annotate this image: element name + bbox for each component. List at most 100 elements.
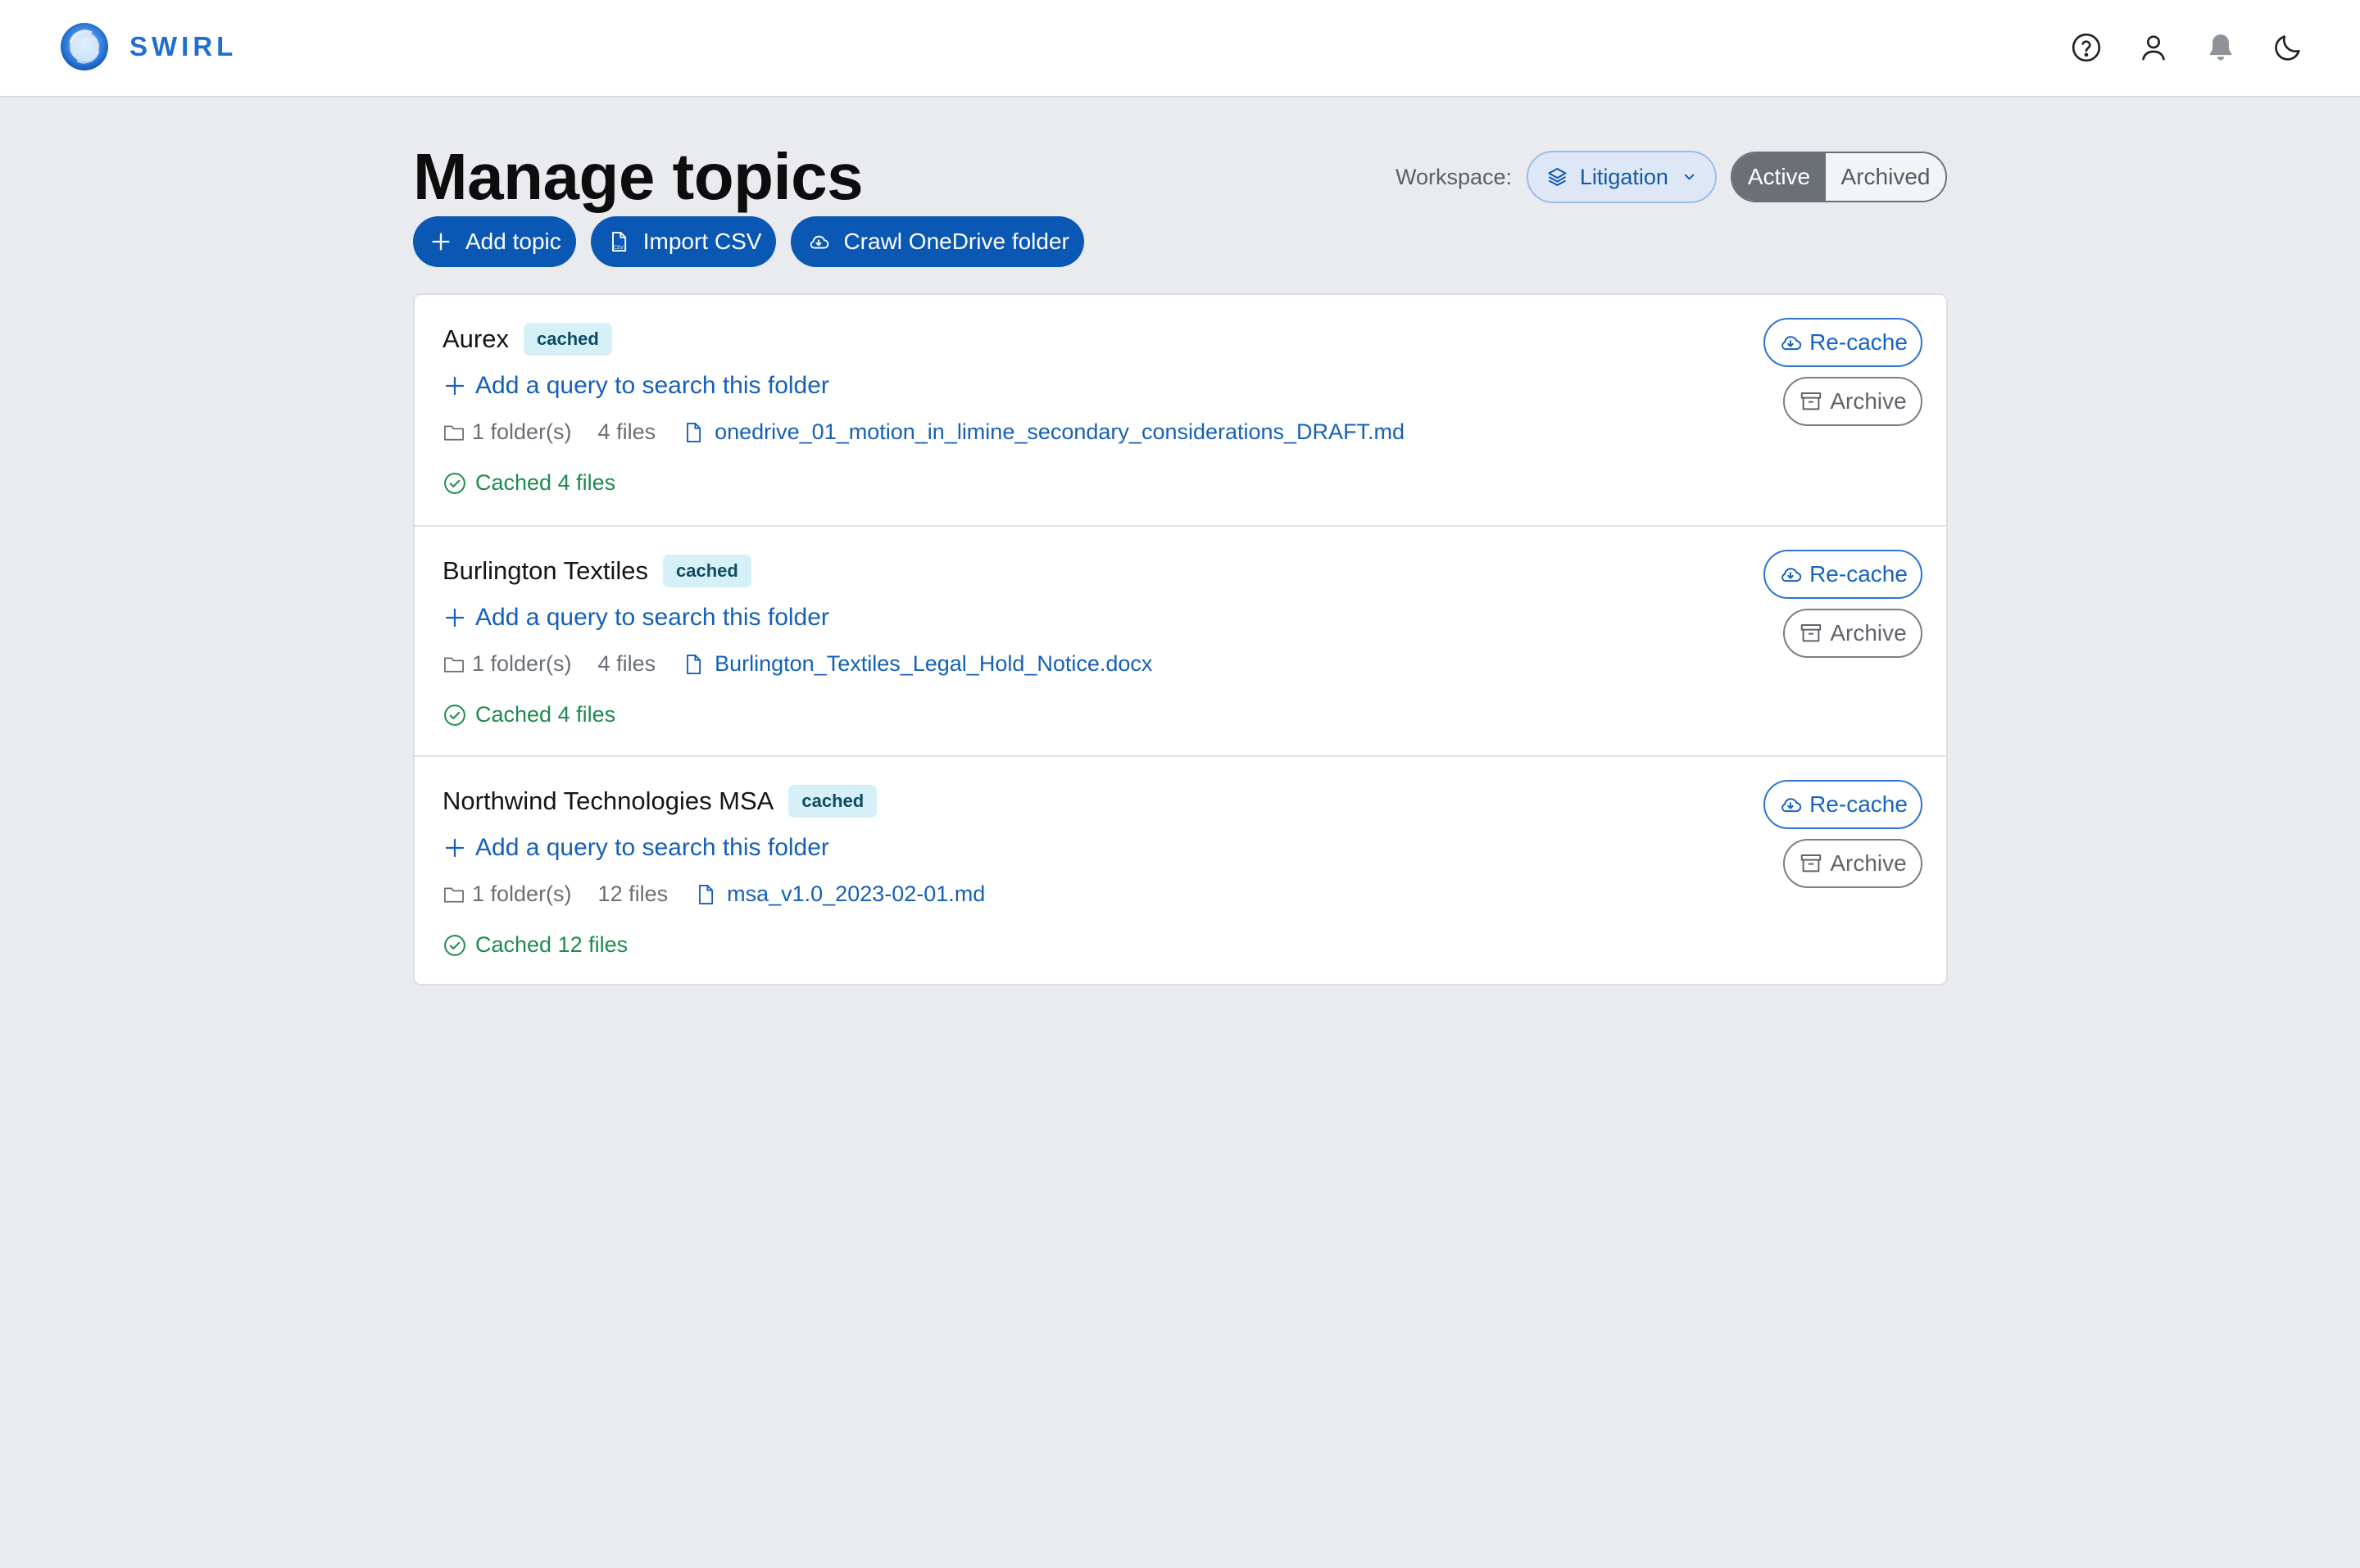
- archive-button[interactable]: Archive: [1783, 839, 1922, 888]
- import-csv-label: Import CSV: [642, 229, 762, 254]
- workspace-dropdown[interactable]: Litigation: [1527, 151, 1718, 203]
- file-icon: [687, 654, 701, 674]
- help-icon: [2072, 33, 2101, 62]
- swirl-logo-icon: [61, 23, 108, 70]
- folder-count: 1 folder(s): [472, 881, 572, 906]
- add-topic-label: Add topic: [465, 229, 561, 254]
- topic-name: Burlington Textiles: [442, 556, 649, 585]
- crawl-onedrive-button[interactable]: Crawl OneDrive folder: [791, 216, 1084, 267]
- topic-name: Northwind Technologies MSA: [442, 786, 774, 815]
- recache-label: Re-cache: [1809, 561, 1908, 587]
- brand[interactable]: SWIRL: [59, 21, 237, 72]
- recache-button[interactable]: Re-cache: [1763, 318, 1922, 367]
- plus-icon: [432, 233, 450, 251]
- cloud-download-icon: [1781, 798, 1802, 813]
- topic-meta: 1 folder(s) 4 files Burlington_Textiles_…: [442, 651, 1152, 677]
- add-query-label: Add a query to search this folder: [475, 604, 829, 631]
- top-icon-group: [2037, 29, 2306, 66]
- check-circle-icon: [444, 704, 465, 726]
- cloud-download-icon: [810, 235, 829, 249]
- import-csv-button[interactable]: CSV Import CSV: [590, 216, 777, 267]
- archive-label: Archive: [1830, 388, 1907, 414]
- cloud-download-icon: [1781, 568, 1802, 582]
- workspace-value: Litigation: [1579, 164, 1668, 189]
- filter-active-button[interactable]: Active: [1732, 153, 1826, 201]
- crawl-onedrive-label: Crawl OneDrive folder: [843, 229, 1069, 254]
- topic-header: Burlington Textiles cached: [442, 555, 751, 587]
- plus-icon: [445, 376, 465, 396]
- topic-meta: 1 folder(s) 12 files msa_v1.0_2023-02-01…: [442, 881, 985, 907]
- notifications-button[interactable]: [2203, 29, 2239, 66]
- moon-icon: [2275, 35, 2300, 61]
- archive-label: Archive: [1830, 850, 1907, 876]
- file-name: Burlington_Textiles_Legal_Hold_Notice.do…: [715, 651, 1153, 676]
- topic-meta: 1 folder(s) 4 files onedrive_01_motion_i…: [442, 419, 1405, 445]
- cloud-download-icon: [1781, 336, 1802, 351]
- archive-button[interactable]: Archive: [1783, 377, 1922, 426]
- cache-status: Cached 4 files: [442, 702, 615, 727]
- add-query-link[interactable]: Add a query to search this folder: [442, 834, 829, 862]
- folder-icon: [444, 887, 464, 903]
- recache-label: Re-cache: [1809, 329, 1908, 355]
- file-link[interactable]: msa_v1.0_2023-02-01.md: [694, 881, 985, 907]
- plus-icon: [445, 608, 465, 628]
- check-circle-icon: [444, 934, 465, 956]
- workspace-label: Workspace:: [1396, 164, 1513, 189]
- archive-box-icon: [1801, 854, 1822, 872]
- archive-label: Archive: [1830, 620, 1907, 646]
- page-title: Manage topics: [413, 140, 864, 213]
- topic-header: Aurex cached: [442, 323, 612, 356]
- file-name: msa_v1.0_2023-02-01.md: [727, 881, 986, 906]
- filter-archived-button[interactable]: Archived: [1826, 153, 1945, 201]
- file-count: 4 files: [597, 651, 656, 676]
- chevron-down-icon: [1684, 174, 1695, 180]
- file-link[interactable]: Burlington_Textiles_Legal_Hold_Notice.do…: [682, 651, 1152, 677]
- status-badge: cached: [663, 555, 751, 587]
- help-button[interactable]: [2068, 29, 2104, 66]
- folder-count: 1 folder(s): [472, 419, 572, 444]
- archive-box-icon: [1801, 624, 1822, 642]
- file-count: 4 files: [597, 419, 656, 444]
- csv-file-icon: CSV: [611, 231, 626, 252]
- recache-button[interactable]: Re-cache: [1763, 780, 1922, 829]
- add-query-label: Add a query to search this folder: [475, 834, 829, 861]
- check-circle-icon: [444, 472, 465, 494]
- topic-name: Aurex: [442, 324, 509, 353]
- add-query-link[interactable]: Add a query to search this folder: [442, 604, 829, 632]
- topic-header: Northwind Technologies MSA cached: [442, 785, 878, 818]
- plus-icon: [445, 838, 465, 858]
- file-name: onedrive_01_motion_in_limine_secondary_c…: [715, 419, 1405, 444]
- add-topic-button[interactable]: Add topic: [413, 216, 576, 267]
- archive-button[interactable]: Archive: [1783, 609, 1922, 658]
- file-link[interactable]: onedrive_01_motion_in_limine_secondary_c…: [682, 419, 1405, 445]
- theme-toggle-button[interactable]: [2270, 29, 2306, 66]
- add-query-label: Add a query to search this folder: [475, 372, 829, 399]
- topic-row: Northwind Technologies MSA cached Add a …: [415, 755, 1946, 986]
- topic-row: Burlington Textiles cached Add a query t…: [415, 525, 1946, 755]
- folder-count: 1 folder(s): [472, 651, 572, 676]
- workspace-selector: Workspace: Litigation: [1396, 151, 1718, 203]
- action-toolbar: Add topic CSV Import CSV Crawl OneDrive …: [413, 216, 1099, 267]
- archive-box-icon: [1801, 392, 1822, 410]
- topic-row: Aurex cached Add a query to search this …: [415, 295, 1946, 525]
- cache-status-label: Cached 4 files: [475, 470, 616, 495]
- topics-list: Aurex cached Add a query to search this …: [413, 293, 1948, 986]
- recache-label: Re-cache: [1809, 791, 1908, 817]
- user-icon: [2142, 35, 2165, 61]
- layers-icon: [1548, 167, 1567, 187]
- file-icon: [687, 422, 701, 442]
- status-badge: cached: [788, 785, 878, 818]
- status-badge: cached: [523, 323, 612, 356]
- add-query-link[interactable]: Add a query to search this folder: [442, 372, 829, 400]
- bell-icon: [2209, 34, 2232, 61]
- status-filter-toggle: Active Archived: [1731, 152, 1947, 202]
- cache-status-label: Cached 12 files: [475, 932, 629, 957]
- file-count: 12 files: [597, 881, 669, 906]
- cache-status: Cached 12 files: [442, 932, 628, 958]
- cache-status-label: Cached 4 files: [475, 702, 616, 727]
- account-button[interactable]: [2135, 29, 2172, 66]
- brand-name: SWIRL: [129, 31, 238, 61]
- folder-icon: [444, 657, 464, 673]
- top-navbar: SWIRL: [0, 0, 2360, 97]
- recache-button[interactable]: Re-cache: [1763, 550, 1922, 599]
